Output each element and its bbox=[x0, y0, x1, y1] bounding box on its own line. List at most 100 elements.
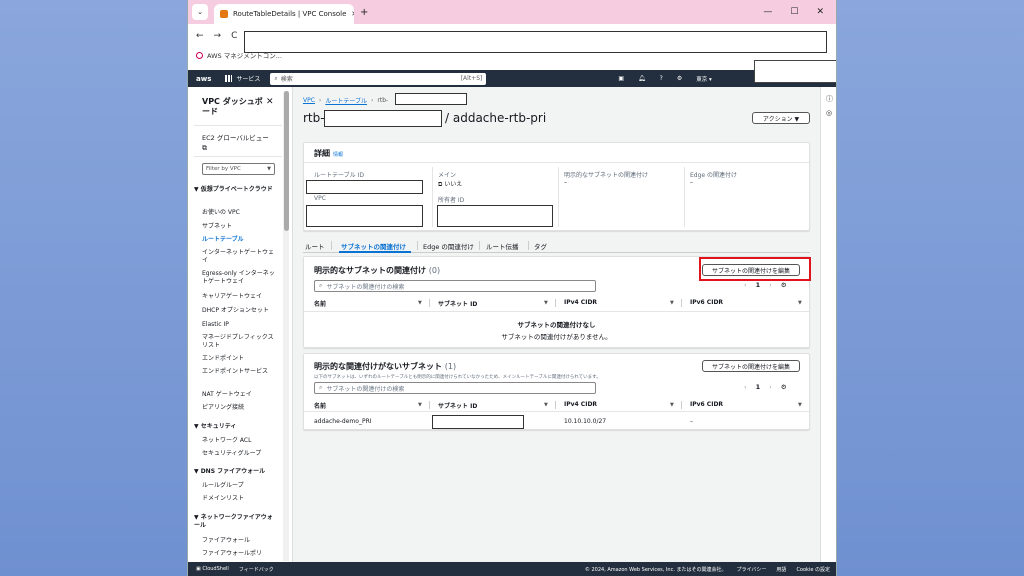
feedback-link[interactable]: フィードバック bbox=[239, 566, 274, 573]
sort-caret-icon[interactable]: ▼ bbox=[670, 402, 674, 408]
sidebar-item-network-acl[interactable]: ネットワーク ACL bbox=[202, 437, 276, 445]
cookie-settings-link[interactable]: Cookie の設定 bbox=[796, 566, 830, 573]
sidebar-section-network-firewall[interactable]: ▼ ネットワークファイアウォール bbox=[194, 514, 274, 530]
sort-caret-icon[interactable]: ▼ bbox=[544, 402, 548, 408]
next-page-icon[interactable]: › bbox=[769, 383, 772, 391]
feedback-icon[interactable]: ◎ bbox=[826, 109, 832, 117]
sidebar-item-endpoint-services[interactable]: エンドポイントサービス bbox=[202, 368, 276, 376]
sidebar-item-ec2-global-view[interactable]: EC2 グローバルビュー bbox=[202, 134, 277, 142]
col-header-name[interactable]: 名前 bbox=[314, 299, 326, 308]
window-close-icon[interactable]: ✕ bbox=[816, 7, 824, 17]
sort-caret-icon[interactable]: ▼ bbox=[670, 300, 674, 306]
breadcrumb-route-tables[interactable]: ルートテーブル bbox=[325, 96, 367, 105]
forward-icon[interactable]: → bbox=[214, 31, 222, 41]
sidebar-item-endpoints[interactable]: エンドポイント bbox=[202, 355, 276, 363]
sidebar-item-prefix-lists[interactable]: マネージドプレフィックスリスト bbox=[202, 334, 276, 350]
column-resizer[interactable] bbox=[555, 299, 556, 307]
sidebar-item-peering[interactable]: ピアリング接続 bbox=[202, 404, 276, 412]
page-number[interactable]: 1 bbox=[756, 281, 761, 289]
terms-link[interactable]: 用語 bbox=[776, 566, 786, 573]
sort-caret-icon[interactable]: ▼ bbox=[418, 300, 422, 306]
sort-caret-icon[interactable]: ▼ bbox=[418, 402, 422, 408]
explicit-search-input[interactable]: ⌕ サブネットの関連付けの検索 bbox=[314, 280, 596, 292]
sidebar-section-dns-firewall[interactable]: ▼ DNS ファイアウォール bbox=[194, 468, 274, 476]
close-sidebar-icon[interactable]: ✕ bbox=[266, 97, 274, 107]
services-menu[interactable]: サービス bbox=[225, 74, 260, 83]
column-resizer[interactable] bbox=[429, 299, 430, 307]
aws-search-input[interactable]: ⌕ 検索 [Alt+S] bbox=[270, 72, 487, 85]
cloudshell-link[interactable]: ▣ CloudShell bbox=[196, 566, 229, 573]
sidebar-item-egress-only-igw[interactable]: Egress-only インターネットゲートウェイ bbox=[202, 270, 276, 286]
privacy-link[interactable]: プライバシー bbox=[737, 566, 767, 573]
next-page-icon[interactable]: › bbox=[769, 281, 772, 289]
tab-routes[interactable]: ルート bbox=[305, 241, 325, 251]
sidebar-scrollbar-thumb[interactable] bbox=[284, 91, 289, 231]
new-tab-button[interactable]: + bbox=[360, 7, 368, 18]
edit-subnet-associations-button-2[interactable]: サブネットの関連付けを編集 bbox=[702, 360, 800, 372]
tab-search-button[interactable]: ⌄ bbox=[192, 4, 208, 20]
sidebar-item-firewall-policies[interactable]: ファイアウォールポリ bbox=[202, 550, 276, 558]
copy-icon[interactable]: ⧉ bbox=[438, 181, 442, 188]
sidebar-item-firewalls[interactable]: ファイアウォール bbox=[202, 537, 276, 545]
sidebar-section-vpc[interactable]: ▼ 仮想プライベートクラウド bbox=[194, 186, 274, 194]
maximize-icon[interactable]: ☐ bbox=[790, 7, 798, 17]
sidebar-item-domain-lists[interactable]: ドメインリスト bbox=[202, 495, 276, 503]
back-icon[interactable]: ← bbox=[196, 31, 204, 41]
info-panel-icon[interactable]: ⓘ bbox=[826, 94, 833, 104]
col-header-subnet-id[interactable]: サブネット ID bbox=[438, 299, 477, 308]
sidebar-item-your-vpcs[interactable]: お使いの VPC bbox=[202, 209, 276, 217]
sidebar-item-internet-gateways[interactable]: インターネットゲートウェイ bbox=[202, 249, 276, 265]
page-number[interactable]: 1 bbox=[756, 383, 761, 391]
sidebar-item-dhcp-options[interactable]: DHCP オプションセット bbox=[202, 307, 276, 315]
tab-edge-associations[interactable]: Edge の関連付け bbox=[423, 241, 474, 251]
aws-logo[interactable]: aws bbox=[196, 75, 211, 83]
region-selector[interactable]: 東京 ▾ bbox=[696, 75, 712, 83]
sidebar-item-nat-gateways[interactable]: NAT ゲートウェイ bbox=[202, 391, 276, 399]
sort-caret-icon[interactable]: ▼ bbox=[798, 402, 802, 408]
tab-subnet-associations[interactable]: サブネットの関連付け bbox=[341, 241, 406, 251]
column-resizer[interactable] bbox=[681, 401, 682, 409]
sidebar-item-security-groups[interactable]: セキュリティグループ bbox=[202, 450, 276, 458]
account-menu-redaction[interactable] bbox=[754, 60, 836, 83]
cloudshell-icon[interactable]: ▣ bbox=[618, 75, 624, 82]
sidebar-section-security[interactable]: ▼ セキュリティ bbox=[194, 423, 274, 431]
sidebar-item-carrier-gateways[interactable]: キャリアゲートウェイ bbox=[202, 293, 276, 301]
address-bar-redaction[interactable] bbox=[244, 31, 827, 53]
reload-icon[interactable]: C bbox=[231, 31, 237, 41]
tab-route-propagation[interactable]: ルート伝播 bbox=[486, 241, 519, 251]
vpc-filter-select[interactable]: Filter by VPC ▼ bbox=[202, 163, 275, 175]
col-header-name[interactable]: 名前 bbox=[314, 401, 326, 410]
sort-caret-icon[interactable]: ▼ bbox=[544, 300, 548, 306]
close-tab-icon[interactable]: ✕ bbox=[351, 10, 354, 18]
preferences-gear-icon[interactable]: ⚙ bbox=[781, 383, 787, 391]
sort-caret-icon[interactable]: ▼ bbox=[798, 300, 802, 306]
col-header-ipv4-cidr[interactable]: IPv4 CIDR bbox=[564, 401, 597, 408]
col-header-ipv6-cidr[interactable]: IPv6 CIDR bbox=[690, 299, 723, 306]
subnet-id-redaction[interactable] bbox=[432, 415, 524, 429]
sidebar-item-route-tables[interactable]: ルートテーブル bbox=[202, 236, 276, 244]
help-icon[interactable]: ? bbox=[660, 75, 663, 82]
col-header-ipv6-cidr[interactable]: IPv6 CIDR bbox=[690, 401, 723, 408]
sidebar-item-rule-groups[interactable]: ルールグループ bbox=[202, 482, 276, 490]
preferences-gear-icon[interactable]: ⚙ bbox=[781, 281, 787, 289]
column-resizer[interactable] bbox=[429, 401, 430, 409]
col-header-subnet-id[interactable]: サブネット ID bbox=[438, 401, 477, 410]
info-link[interactable]: 情報 bbox=[333, 152, 343, 158]
tab-tags[interactable]: タグ bbox=[534, 241, 547, 251]
actions-button[interactable]: アクション ▼ bbox=[752, 112, 810, 124]
detail-tabs: ルート サブネットの関連付け Edge の関連付け ルート伝播 タグ bbox=[303, 239, 810, 253]
col-header-ipv4-cidr[interactable]: IPv4 CIDR bbox=[564, 299, 597, 306]
settings-icon[interactable]: ⚙ bbox=[677, 75, 682, 82]
breadcrumb-vpc[interactable]: VPC bbox=[303, 97, 315, 104]
sidebar-item-subnets[interactable]: サブネット bbox=[202, 223, 276, 231]
column-resizer[interactable] bbox=[555, 401, 556, 409]
sidebar-title[interactable]: VPC ダッシュボード bbox=[202, 97, 267, 117]
notifications-icon[interactable]: 🔔︎ bbox=[638, 75, 646, 82]
minimize-icon[interactable]: — bbox=[763, 7, 772, 17]
implicit-search-input[interactable]: ⌕ サブネットの関連付けの検索 bbox=[314, 382, 596, 394]
column-resizer[interactable] bbox=[681, 299, 682, 307]
prev-page-icon[interactable]: ‹ bbox=[744, 281, 747, 289]
prev-page-icon[interactable]: ‹ bbox=[744, 383, 747, 391]
sidebar-item-elastic-ip[interactable]: Elastic IP bbox=[202, 321, 276, 329]
browser-tab[interactable]: RouteTableDetails | VPC Console ✕ bbox=[214, 4, 354, 24]
